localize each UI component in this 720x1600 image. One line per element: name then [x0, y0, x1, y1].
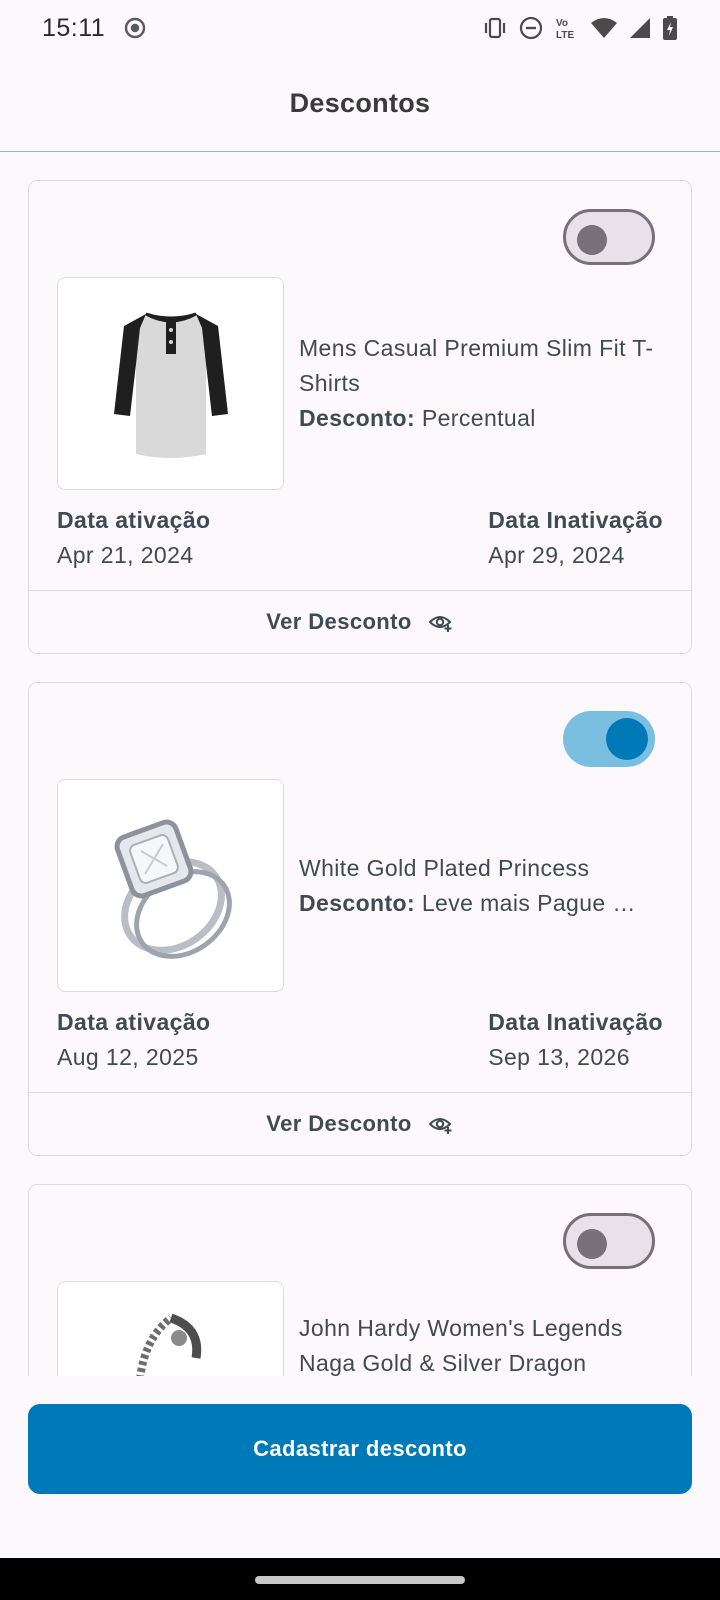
discount-card: White Gold Plated Princess Desconto: Lev…: [28, 682, 692, 1156]
product-info: White Gold Plated Princess Desconto: Lev…: [299, 851, 669, 921]
product-info: John Hardy Women's Legends Naga Gold & S…: [299, 1311, 669, 1376]
eye-plus-icon: [428, 616, 452, 632]
record-icon: [125, 17, 146, 39]
discount-list[interactable]: Mens Casual Premium Slim Fit T-Shirts De…: [0, 154, 720, 1376]
activation-date-value: Apr 21, 2024: [57, 542, 194, 568]
inactivation-date-block: Data Inativação Apr 29, 2024: [488, 503, 663, 573]
system-nav-bar: [0, 1558, 720, 1600]
inactivation-date-label: Data Inativação: [488, 507, 663, 533]
product-info: Mens Casual Premium Slim Fit T-Shirts De…: [299, 331, 669, 436]
product-image: [57, 1281, 284, 1376]
toggle-knob: [577, 225, 607, 255]
discount-card: Mens Casual Premium Slim Fit T-Shirts De…: [28, 180, 692, 654]
discount-active-toggle[interactable]: [563, 209, 655, 265]
status-bar: 15:11 Vo LTE: [0, 0, 720, 56]
view-discount-label: Ver Desconto: [266, 1111, 412, 1136]
shirt-icon: [113, 312, 228, 458]
app-header: Descontos: [0, 56, 720, 152]
do-not-disturb-icon: [519, 16, 543, 40]
discount-label: Desconto:: [299, 405, 416, 431]
activation-date-block: Data ativação Apr 21, 2024: [57, 503, 211, 573]
view-discount-label: Ver Desconto: [266, 609, 412, 634]
toggle-knob: [606, 718, 648, 760]
discount-dates: Data ativação Apr 21, 2024 Data Inativaç…: [57, 503, 663, 573]
inactivation-date-block: Data Inativação Sep 13, 2026: [488, 1005, 663, 1075]
discount-type: Percentual: [421, 405, 536, 431]
activation-date-label: Data ativação: [57, 1009, 211, 1035]
discount-label: Desconto:: [299, 890, 416, 916]
discount-type-line: Desconto: Percentual: [299, 401, 669, 436]
activation-date-value: Aug 12, 2025: [57, 1044, 199, 1070]
product-image: [57, 779, 284, 992]
volte-icon: Vo LTE: [556, 18, 574, 41]
product-name: John Hardy Women's Legends Naga Gold & S…: [299, 1315, 623, 1376]
discount-active-toggle[interactable]: [563, 1213, 655, 1269]
product-name: White Gold Plated Princess: [299, 855, 590, 881]
product-image: [57, 277, 284, 490]
inactivation-date-label: Data Inativação: [488, 1009, 663, 1035]
bracelet-icon: [135, 1313, 201, 1376]
activation-date-block: Data ativação Aug 12, 2025: [57, 1005, 211, 1075]
discount-active-toggle[interactable]: [563, 711, 655, 767]
discount-dates: Data ativação Aug 12, 2025 Data Inativaç…: [57, 1005, 663, 1075]
activation-date-label: Data ativação: [57, 507, 211, 533]
discount-type-line: Desconto: Leve mais Pague …: [299, 886, 669, 921]
svg-text:Vo: Vo: [556, 18, 568, 29]
eye-plus-icon: [428, 1118, 452, 1134]
battery-icon: [663, 16, 677, 40]
product-name: Mens Casual Premium Slim Fit T-Shirts: [299, 335, 654, 396]
register-discount-button[interactable]: Cadastrar desconto: [28, 1404, 692, 1494]
view-discount-button[interactable]: Ver Desconto: [29, 590, 691, 653]
discount-type: Leve mais Pague …: [421, 890, 636, 916]
view-discount-button[interactable]: Ver Desconto: [29, 1092, 691, 1155]
discount-card: John Hardy Women's Legends Naga Gold & S…: [28, 1184, 692, 1376]
status-time: 15:11: [42, 13, 106, 42]
vibrate-icon: [484, 17, 506, 39]
wifi-icon: [591, 18, 617, 38]
signal-icon: [630, 18, 650, 38]
ring-icon: [114, 819, 232, 959]
inactivation-date-value: Sep 13, 2026: [488, 1044, 630, 1070]
page-title: Descontos: [289, 88, 431, 118]
inactivation-date-value: Apr 29, 2024: [488, 542, 625, 568]
svg-text:LTE: LTE: [556, 30, 574, 41]
toggle-knob: [577, 1229, 607, 1259]
home-gesture-handle[interactable]: [255, 1576, 465, 1584]
